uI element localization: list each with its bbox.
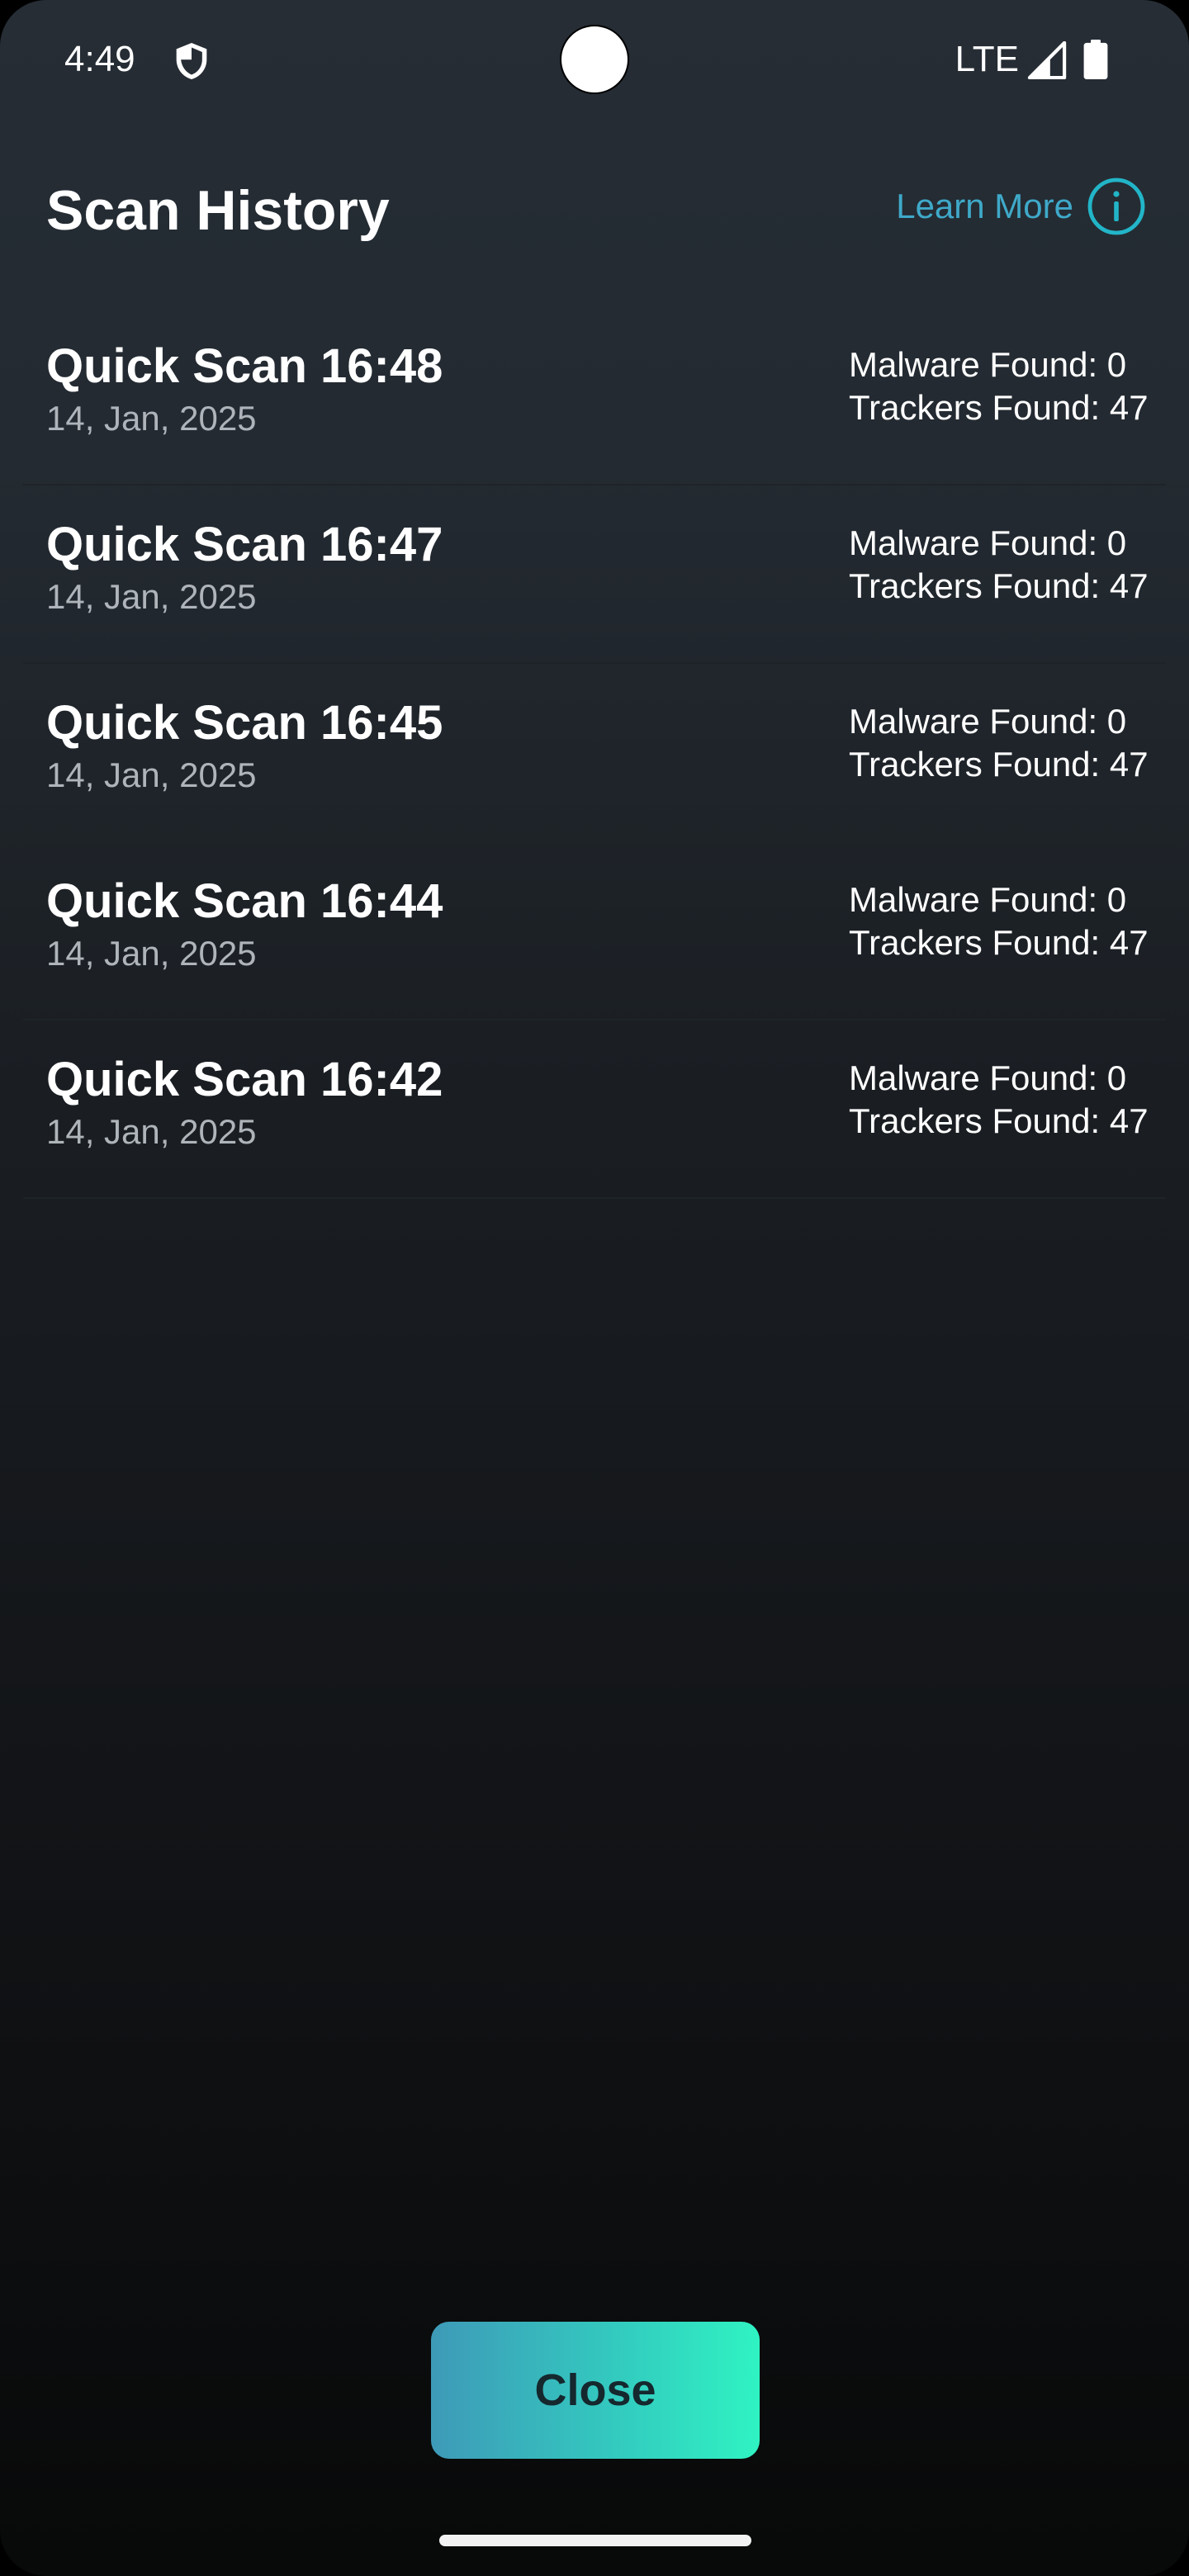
scan-stats: Malware Found: 0 Trackers Found: 47 [849, 878, 1166, 964]
scan-stats: Malware Found: 0 Trackers Found: 47 [849, 343, 1166, 429]
scan-history-item[interactable]: Quick Scan 16:44 14, Jan, 2025 Malware F… [23, 842, 1166, 1020]
scan-stats: Malware Found: 0 Trackers Found: 47 [849, 1057, 1166, 1143]
trackers-found: Trackers Found: 47 [849, 566, 1149, 605]
scan-stats: Malware Found: 0 Trackers Found: 47 [849, 522, 1166, 608]
scan-title: Quick Scan 16:48 [46, 339, 443, 393]
trackers-found: Trackers Found: 47 [849, 923, 1149, 962]
info-circle-icon[interactable] [1087, 177, 1146, 236]
scan-stats: Malware Found: 0 Trackers Found: 47 [849, 700, 1166, 786]
scan-date: 14, Jan, 2025 [46, 1112, 257, 1151]
scan-history-list: Quick Scan 16:48 14, Jan, 2025 Malware F… [23, 307, 1166, 1199]
learn-more-label: Learn More [896, 187, 1073, 225]
trackers-found: Trackers Found: 47 [849, 388, 1149, 427]
cell-signal-icon [1027, 41, 1067, 79]
scan-history-item[interactable]: Quick Scan 16:45 14, Jan, 2025 Malware F… [23, 664, 1166, 842]
scan-title: Quick Scan 16:44 [46, 874, 443, 928]
malware-found: Malware Found: 0 [849, 1058, 1127, 1097]
scan-date: 14, Jan, 2025 [46, 755, 257, 794]
page-title: Scan History [46, 179, 390, 242]
header: Scan History Learn More [0, 165, 1189, 256]
scan-date: 14, Jan, 2025 [46, 934, 257, 973]
malware-found: Malware Found: 0 [849, 345, 1127, 384]
malware-found: Malware Found: 0 [849, 523, 1127, 562]
trackers-found: Trackers Found: 47 [849, 745, 1149, 784]
app-screen: 4:49 LTE Scan History Learn More Quick S… [0, 0, 1189, 2576]
shield-icon [176, 43, 207, 79]
scan-history-item[interactable]: Quick Scan 16:42 14, Jan, 2025 Malware F… [23, 1020, 1166, 1199]
scan-history-item[interactable]: Quick Scan 16:47 14, Jan, 2025 Malware F… [23, 485, 1166, 664]
scan-date: 14, Jan, 2025 [46, 399, 257, 438]
status-time: 4:49 [64, 39, 135, 79]
home-indicator[interactable] [439, 2535, 751, 2546]
learn-more-link[interactable]: Learn More [896, 173, 1146, 239]
malware-found: Malware Found: 0 [849, 702, 1127, 741]
close-button[interactable]: Close [431, 2322, 760, 2459]
malware-found: Malware Found: 0 [849, 880, 1127, 919]
trackers-found: Trackers Found: 47 [849, 1101, 1149, 1140]
scan-title: Quick Scan 16:45 [46, 696, 443, 750]
camera-cutout [560, 25, 629, 94]
scan-history-item[interactable]: Quick Scan 16:48 14, Jan, 2025 Malware F… [23, 307, 1166, 485]
scan-title: Quick Scan 16:47 [46, 518, 443, 571]
network-type: LTE [955, 39, 1019, 79]
status-bar: 4:49 LTE [0, 0, 1189, 124]
battery-icon [1083, 40, 1108, 79]
scan-title: Quick Scan 16:42 [46, 1053, 443, 1106]
scan-date: 14, Jan, 2025 [46, 577, 257, 616]
